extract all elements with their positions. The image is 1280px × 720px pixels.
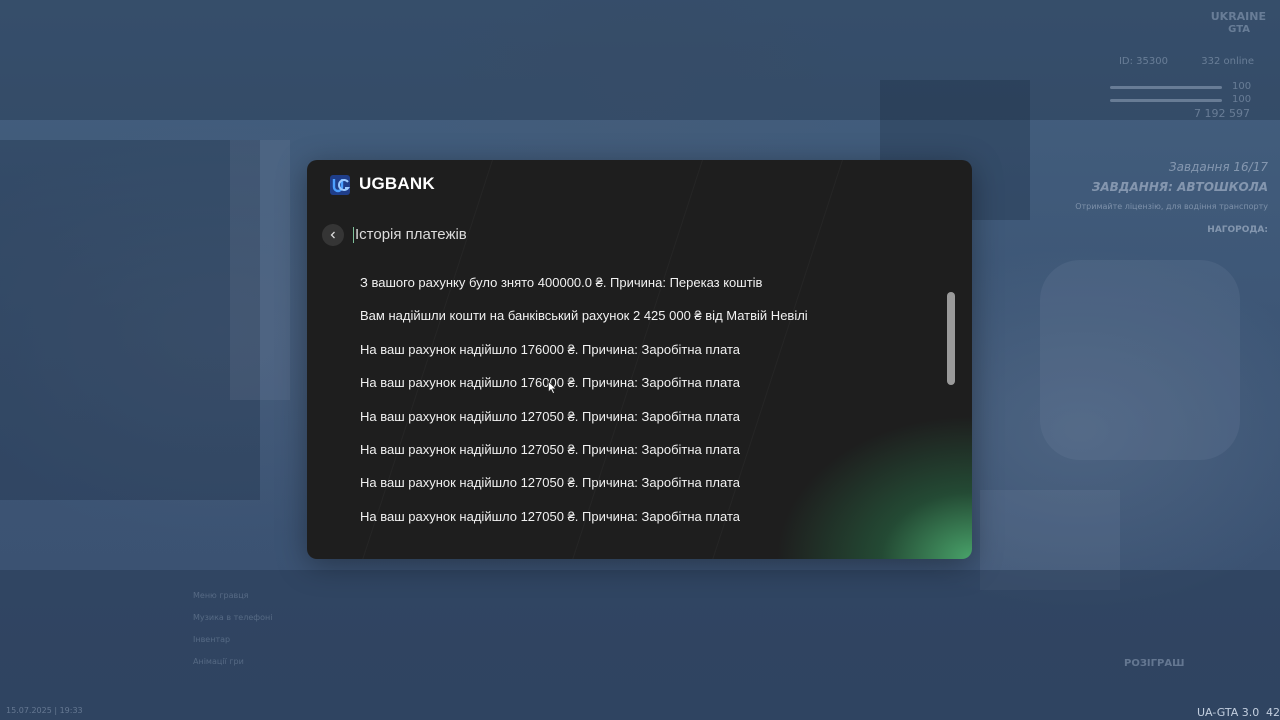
bank-window: UGBANK Історія платежів З вашого рахунку… (307, 160, 972, 559)
transaction-item: На ваш рахунок надійшло 127050 ₴. Причин… (360, 508, 740, 524)
bank-brand: UGBANK (359, 174, 435, 193)
datetime: 15.07.2025 | 19:33 (6, 706, 83, 715)
menu-hint: Інвентар (193, 635, 231, 644)
transaction-item: На ваш рахунок надійшло 176000 ₴. Причин… (360, 375, 740, 391)
bank-logo-icon (330, 175, 351, 195)
money-value: 7 192 597 (1194, 107, 1250, 120)
scrollbar-thumb[interactable] (947, 292, 955, 385)
giveaway-label: РОЗІГРАШ (1124, 658, 1185, 669)
armor-bar (1110, 99, 1222, 102)
transaction-item: На ваш рахунок надійшло 127050 ₴. Причин… (360, 475, 740, 491)
transaction-list[interactable]: З вашого рахунку було знято 400000.0 ₴. … (360, 266, 940, 536)
mouse-cursor-icon (548, 381, 557, 394)
menu-hint: Музика в телефоні (193, 613, 273, 622)
transaction-item: Вам надійшли кошти на банківський рахуно… (360, 308, 808, 324)
server-logo: UKRAINE (1210, 10, 1266, 23)
quest-name: ЗАВДАННЯ: АВТОШКОЛА (1091, 180, 1268, 194)
online-count: 332 online (1201, 56, 1254, 67)
transaction-item: На ваш рахунок надійшло 127050 ₴. Причин… (360, 441, 740, 457)
version-label: UA-GTA 3.0 (1197, 706, 1260, 719)
quest-description: Отримайте ліцензію, для водіння транспор… (1075, 202, 1268, 211)
transaction-item: На ваш рахунок надійшло 127050 ₴. Причин… (360, 408, 740, 424)
player-id: ID: 35300 (1118, 56, 1168, 67)
quest-counter: Завдання 16/17 (1168, 160, 1268, 174)
chevron-left-icon (330, 231, 335, 239)
history-header: Історія платежів (322, 224, 467, 246)
menu-hint: Меню гравця (193, 591, 249, 600)
page-title: Історія платежів (353, 226, 467, 243)
transaction-item: З вашого рахунку було знято 400000.0 ₴. … (360, 275, 763, 290)
armor-value: 100 (1232, 94, 1252, 105)
bank-logo: UGBANK (327, 171, 435, 197)
transaction-item: На ваш рахунок надійшло 176000 ₴. Причин… (360, 341, 740, 357)
fps-counter: 42 (1266, 706, 1280, 719)
back-button[interactable] (322, 224, 344, 246)
health-bar (1110, 86, 1222, 89)
menu-hint: Анімації гри (193, 657, 244, 666)
server-sub: GTA (1228, 24, 1250, 35)
quest-reward: НАГОРОДА: (1207, 225, 1268, 235)
health-value: 100 (1232, 81, 1252, 92)
